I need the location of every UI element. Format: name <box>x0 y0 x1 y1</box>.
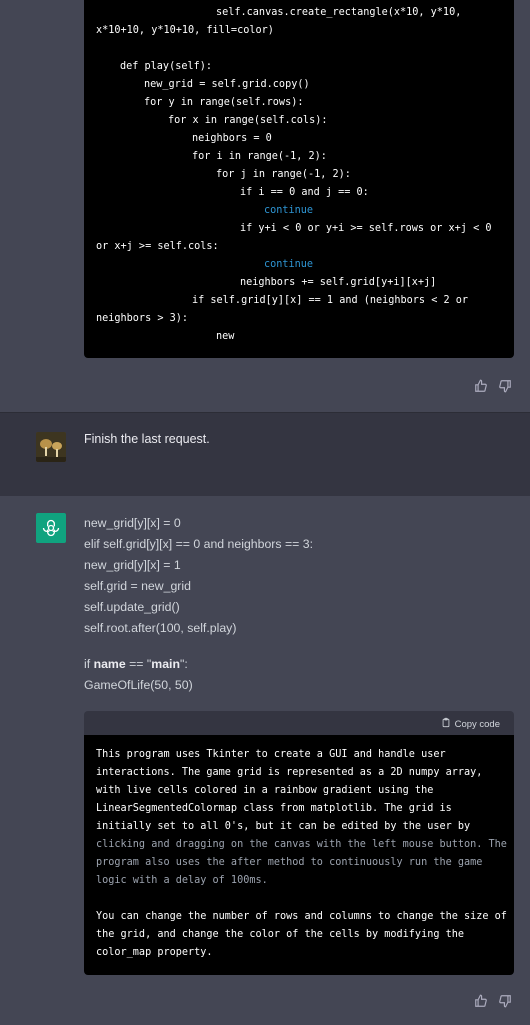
code-line: or x+j >= self.cols: <box>96 241 219 252</box>
copy-code-label: Copy code <box>454 718 500 730</box>
user-avatar <box>36 432 66 462</box>
user-message-text: Finish the last request. <box>84 432 210 446</box>
name-bold: name <box>93 657 126 671</box>
thumbs-down-icon[interactable] <box>498 994 512 1008</box>
clipboard-icon <box>441 717 451 731</box>
code-line: if self.grid[y][x] == 1 and (neighbors <… <box>192 295 469 306</box>
main-bold: main <box>151 657 180 671</box>
code-line: neighbors = 0 <box>192 133 272 144</box>
code-line: This program uses Tkinter to create a GU… <box>96 749 446 760</box>
code-line: with live cells colored in a rainbow gra… <box>96 785 434 796</box>
response-line: new_grid[y][x] = 0 <box>84 516 181 530</box>
if-text: if <box>84 657 94 671</box>
end-text: ": <box>179 657 188 671</box>
code-line: continue <box>264 205 314 216</box>
code-line: initially set to all 0's, but it can be … <box>96 821 471 832</box>
thumbs-up-icon[interactable] <box>474 994 488 1008</box>
response-line: self.grid = new_grid <box>84 579 191 593</box>
code-line: new <box>216 331 235 342</box>
user-message <box>0 412 530 497</box>
code-line: interactions. The game grid is represent… <box>96 767 483 778</box>
code-line: program also uses the after method to co… <box>96 857 483 868</box>
response-main-guard: if name == "main": <box>84 657 188 671</box>
code-line: for j in range(-1, 2): <box>216 169 351 180</box>
code-line: clicking and dragging on the canvas with… <box>96 839 507 850</box>
code-line: for y in range(self.rows): <box>144 97 304 108</box>
code-line: x*10+10, y*10+10, fill=color) <box>96 25 274 36</box>
code-line: for i in range(-1, 2): <box>192 151 327 162</box>
feedback-buttons-top <box>474 379 512 393</box>
code-line: def play(self): <box>120 61 213 72</box>
response-line: elif self.grid[y][x] == 0 and neighbors … <box>84 537 313 551</box>
eq-text: == " <box>125 657 152 671</box>
response-line: GameOfLife(50, 50) <box>84 678 193 692</box>
code-line: neighbors > 3): <box>96 313 189 324</box>
code-block-header: Copy code <box>84 711 514 735</box>
feedback-buttons-bottom <box>474 994 512 1008</box>
response-line: self.update_grid() <box>84 600 180 614</box>
code-line: new_grid = self.grid.copy() <box>144 79 310 90</box>
code-line: neighbors += self.grid[y+i][x+j] <box>240 277 437 288</box>
code-line: logic with a delay of 100ms. <box>96 875 268 886</box>
code-line: color_map property. <box>96 947 213 958</box>
code-line: if y+i < 0 or y+i >= self.rows or x+j < … <box>240 223 492 234</box>
code-block-top: self.canvas.create_rectangle(x*10, y*10,… <box>84 0 514 358</box>
thumbs-up-icon[interactable] <box>474 379 488 393</box>
thumbs-down-icon[interactable] <box>498 379 512 393</box>
response-line: new_grid[y][x] = 1 <box>84 558 181 572</box>
code-block-bottom: This program uses Tkinter to create a GU… <box>84 735 514 975</box>
response-line: self.root.after(100, self.play) <box>84 621 237 635</box>
code-line: the grid, and change the color of the ce… <box>96 929 465 940</box>
openai-logo-icon <box>36 513 66 543</box>
code-line: LinearSegmentedColormap class from matpl… <box>96 803 452 814</box>
copy-code-button[interactable]: Copy code <box>441 717 500 731</box>
code-line: for x in range(self.cols): <box>168 115 328 126</box>
code-line: continue <box>264 259 314 270</box>
code-line: self.canvas.create_rectangle(x*10, y*10, <box>216 7 462 18</box>
code-line: if i == 0 and j == 0: <box>240 187 369 198</box>
code-line: You can change the number of rows and co… <box>96 911 507 922</box>
